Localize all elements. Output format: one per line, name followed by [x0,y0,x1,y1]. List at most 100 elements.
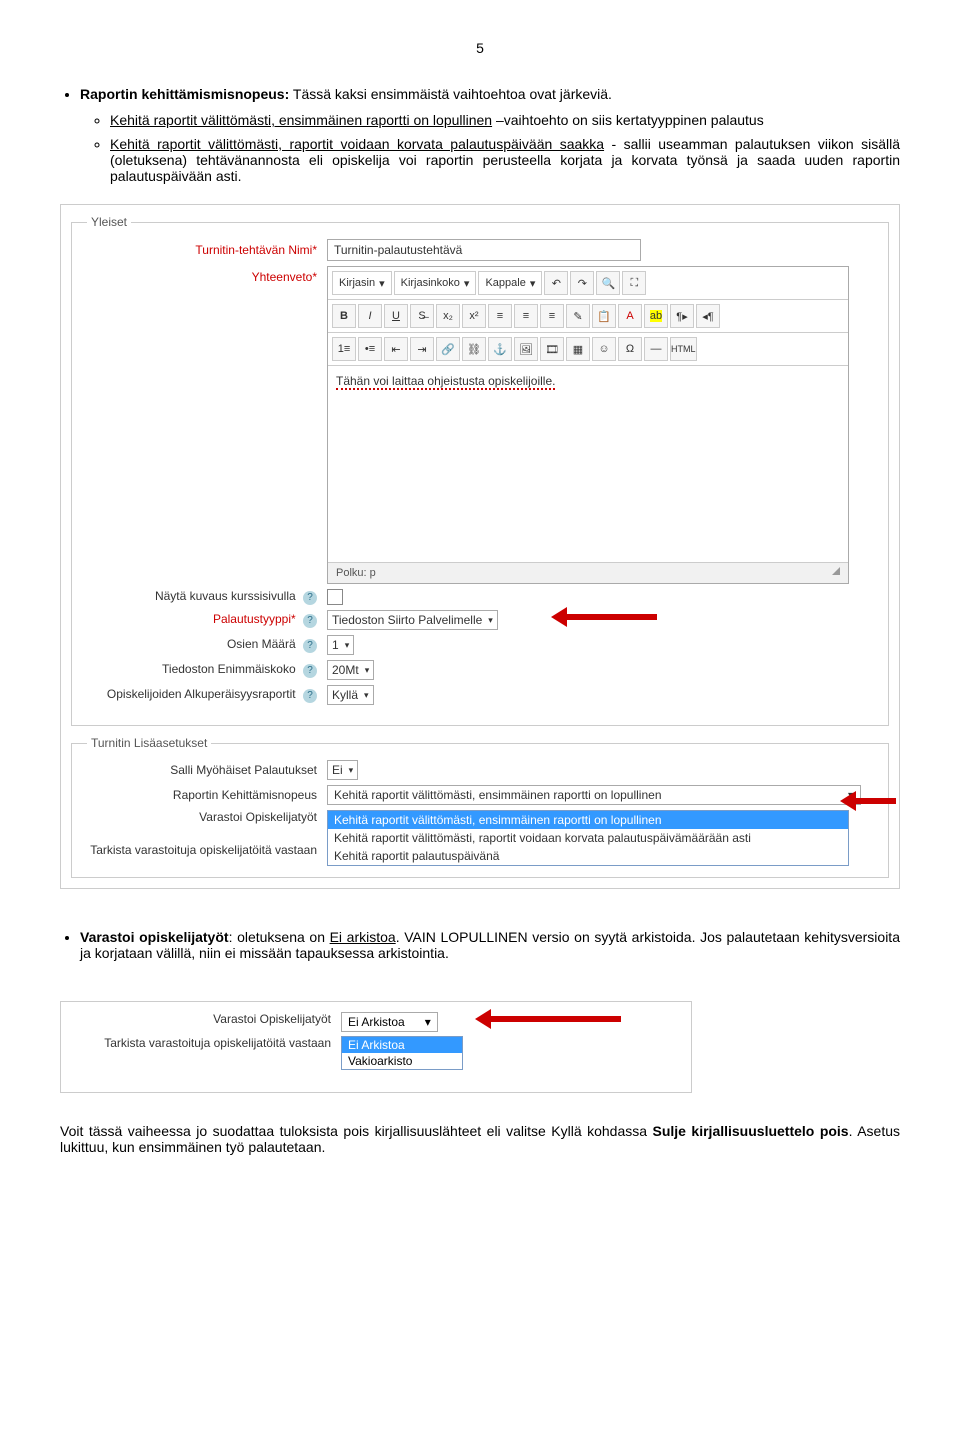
resize-handle-icon[interactable] [832,567,840,575]
sub-bullet-1: Kehitä raportit välittömästi, ensimmäine… [110,112,900,128]
label-kehitys: Raportin Kehittämisnopeus [87,788,327,802]
page-number: 5 [60,40,900,56]
chevron-down-icon: ▾ [379,277,385,290]
editor-path: Polku: p [336,567,376,579]
tb-format[interactable]: Kappale▾ [478,271,542,295]
dropdown-kehitys-open[interactable]: Kehitä raportit välittömästi, ensimmäine… [327,810,849,866]
s2-select-varastoi[interactable]: Ei Arkistoa ▾ [341,1012,438,1032]
footer-paragraph: Voit tässä vaiheessa jo suodattaa tuloks… [60,1123,900,1155]
help-icon[interactable]: ? [303,689,317,703]
bullet-varastoi-title: Varastoi opiskelijatyöt [80,929,229,945]
outdent-icon[interactable]: ⇤ [384,337,408,361]
highlight-icon[interactable]: ab [644,304,668,328]
char-icon[interactable]: Ω [618,337,642,361]
select-osien[interactable]: 1 ▾ [327,635,354,655]
find-icon[interactable]: 🔍 [596,271,620,295]
select-salli[interactable]: Ei ▾ [327,760,358,780]
redo-icon[interactable]: ↷ [570,271,594,295]
label-palautustyyppi-text: Palautustyyppi [213,612,291,626]
emoji-icon[interactable]: ☺ [592,337,616,361]
fieldset-yleiset: Yleiset Turnitin-tehtävän Nimi* Turnitin… [71,215,889,726]
anchor-icon[interactable]: ⚓ [488,337,512,361]
sub-bullet-2: Kehitä raportit välittömästi, raportit v… [110,136,900,184]
clean-icon[interactable]: ✎ [566,304,590,328]
select-kehitys-value: Kehitä raportit välittömästi, ensimmäine… [334,788,662,802]
undo-icon[interactable]: ↶ [544,271,568,295]
chevron-down-icon: ▾ [365,665,370,676]
label-osien-text: Osien Määrä [227,637,296,651]
link-icon[interactable]: 🔗 [436,337,460,361]
select-osien-value: 1 [332,638,339,652]
underline-icon[interactable]: U [384,304,408,328]
label-alkup-text: Opiskelijoiden Alkuperäisyysraportit [107,687,296,701]
select-alkup[interactable]: Kyllä ▾ [327,685,374,705]
s2-dd-option-2[interactable]: Vakioarkisto [342,1053,462,1069]
image-icon[interactable]: 🖼 [514,337,538,361]
list-ol-icon[interactable]: 1≡ [332,337,356,361]
label-osien: Osien Määrä ? [87,637,327,653]
unlink-icon[interactable]: ⛓ [462,337,486,361]
label-yhteenveto-text: Yhteenveto [252,270,313,284]
select-palautustyyppi-value: Tiedoston Siirto Palvelimelle [332,613,482,627]
chevron-down-icon: ▾ [464,277,470,290]
label-palautustyyppi: Palautustyyppi* ? [87,612,327,628]
help-icon[interactable]: ? [303,639,317,653]
help-icon[interactable]: ? [303,664,317,678]
dd-option-1[interactable]: Kehitä raportit välittömästi, ensimmäine… [328,811,848,829]
media-icon[interactable]: 🎞 [540,337,564,361]
editor-body[interactable]: Tähän voi laittaa ohjeistusta opiskelijo… [328,366,848,562]
fullscreen-icon[interactable]: ⛶ [622,271,646,295]
align-center-icon[interactable]: ≡ [514,304,538,328]
tb-size-label: Kirjasinkoko [401,277,460,289]
table-icon[interactable]: ▦ [566,337,590,361]
superscript-icon[interactable]: x² [462,304,486,328]
subscript-icon[interactable]: x₂ [436,304,460,328]
s2-dd-option-1[interactable]: Ei Arkistoa [342,1037,462,1053]
help-icon[interactable]: ? [303,591,317,605]
indent-icon[interactable]: ⇥ [410,337,434,361]
strike-icon[interactable]: S̶ [410,304,434,328]
tb-font[interactable]: Kirjasin▾ [332,271,392,295]
label-kuvaus-text: Näytä kuvaus kurssisivulla [155,589,296,603]
chevron-down-icon: ▾ [530,277,536,290]
sub2-link: Kehitä raportit välittömästi, raportit v… [110,136,604,152]
dd-option-3[interactable]: Kehitä raportit palautuspäivänä [328,847,848,865]
select-tiedoston[interactable]: 20Mt ▾ [327,660,374,680]
form-screenshot-1: Yleiset Turnitin-tehtävän Nimi* Turnitin… [60,204,900,889]
list-ul-icon[interactable]: •≡ [358,337,382,361]
rich-editor[interactable]: Kirjasin▾ Kirjasinkoko ▾ Kappale▾ ↶ ↷ 🔍 ⛶… [327,266,849,584]
align-left-icon[interactable]: ≡ [488,304,512,328]
italic-icon[interactable]: I [358,304,382,328]
bold-icon[interactable]: B [332,304,356,328]
tb-size[interactable]: Kirjasinkoko ▾ [394,271,477,295]
label-tiedoston-text: Tiedoston Enimmäiskoko [162,662,296,676]
bullet-varastoi-rest1: : oletuksena on [229,929,330,945]
select-kehitys[interactable]: Kehitä raportit välittömästi, ensimmäine… [327,785,861,805]
label-tiedoston: Tiedoston Enimmäiskoko ? [87,662,327,678]
fieldset-lisaasetukset: Turnitin Lisäasetukset Salli Myöhäiset P… [71,736,889,878]
html-icon[interactable]: HTML [670,337,697,361]
ltr-icon[interactable]: ¶▸ [670,304,694,328]
form-screenshot-2: Varastoi Opiskelijatyöt Ei Arkistoa ▾ Ta… [60,1001,692,1093]
label-nimi: Turnitin-tehtävän Nimi* [87,243,327,257]
s2-select-varastoi-value: Ei Arkistoa [348,1015,405,1029]
rtl-icon[interactable]: ◂¶ [696,304,720,328]
chevron-down-icon: ▾ [364,690,369,701]
s2-dropdown-open[interactable]: Ei Arkistoa Vakioarkisto [341,1036,463,1070]
label-tarkista: Tarkista varastoituja opiskelijatöitä va… [87,843,327,857]
dd-option-2[interactable]: Kehitä raportit välittömästi, raportit v… [328,829,848,847]
input-nimi[interactable]: Turnitin-palautustehtävä [327,239,641,261]
hr-icon[interactable]: — [644,337,668,361]
label-nimi-text: Turnitin-tehtävän Nimi [195,243,312,257]
select-palautustyyppi[interactable]: Tiedoston Siirto Palvelimelle ▾ [327,610,498,630]
select-tiedoston-value: 20Mt [332,663,359,677]
help-icon[interactable]: ? [303,614,317,628]
editor-toolbar-3: 1≡ •≡ ⇤ ⇥ 🔗 ⛓ ⚓ 🖼 🎞 ▦ ☺ Ω — HTML [328,333,848,366]
font-color-icon[interactable]: A [618,304,642,328]
legend-yleiset: Yleiset [87,215,131,229]
checkbox-kuvaus[interactable] [327,589,343,605]
select-salli-value: Ei [332,763,343,777]
editor-footer: Polku: p [328,562,848,583]
align-right-icon[interactable]: ≡ [540,304,564,328]
paste-icon[interactable]: 📋 [592,304,616,328]
